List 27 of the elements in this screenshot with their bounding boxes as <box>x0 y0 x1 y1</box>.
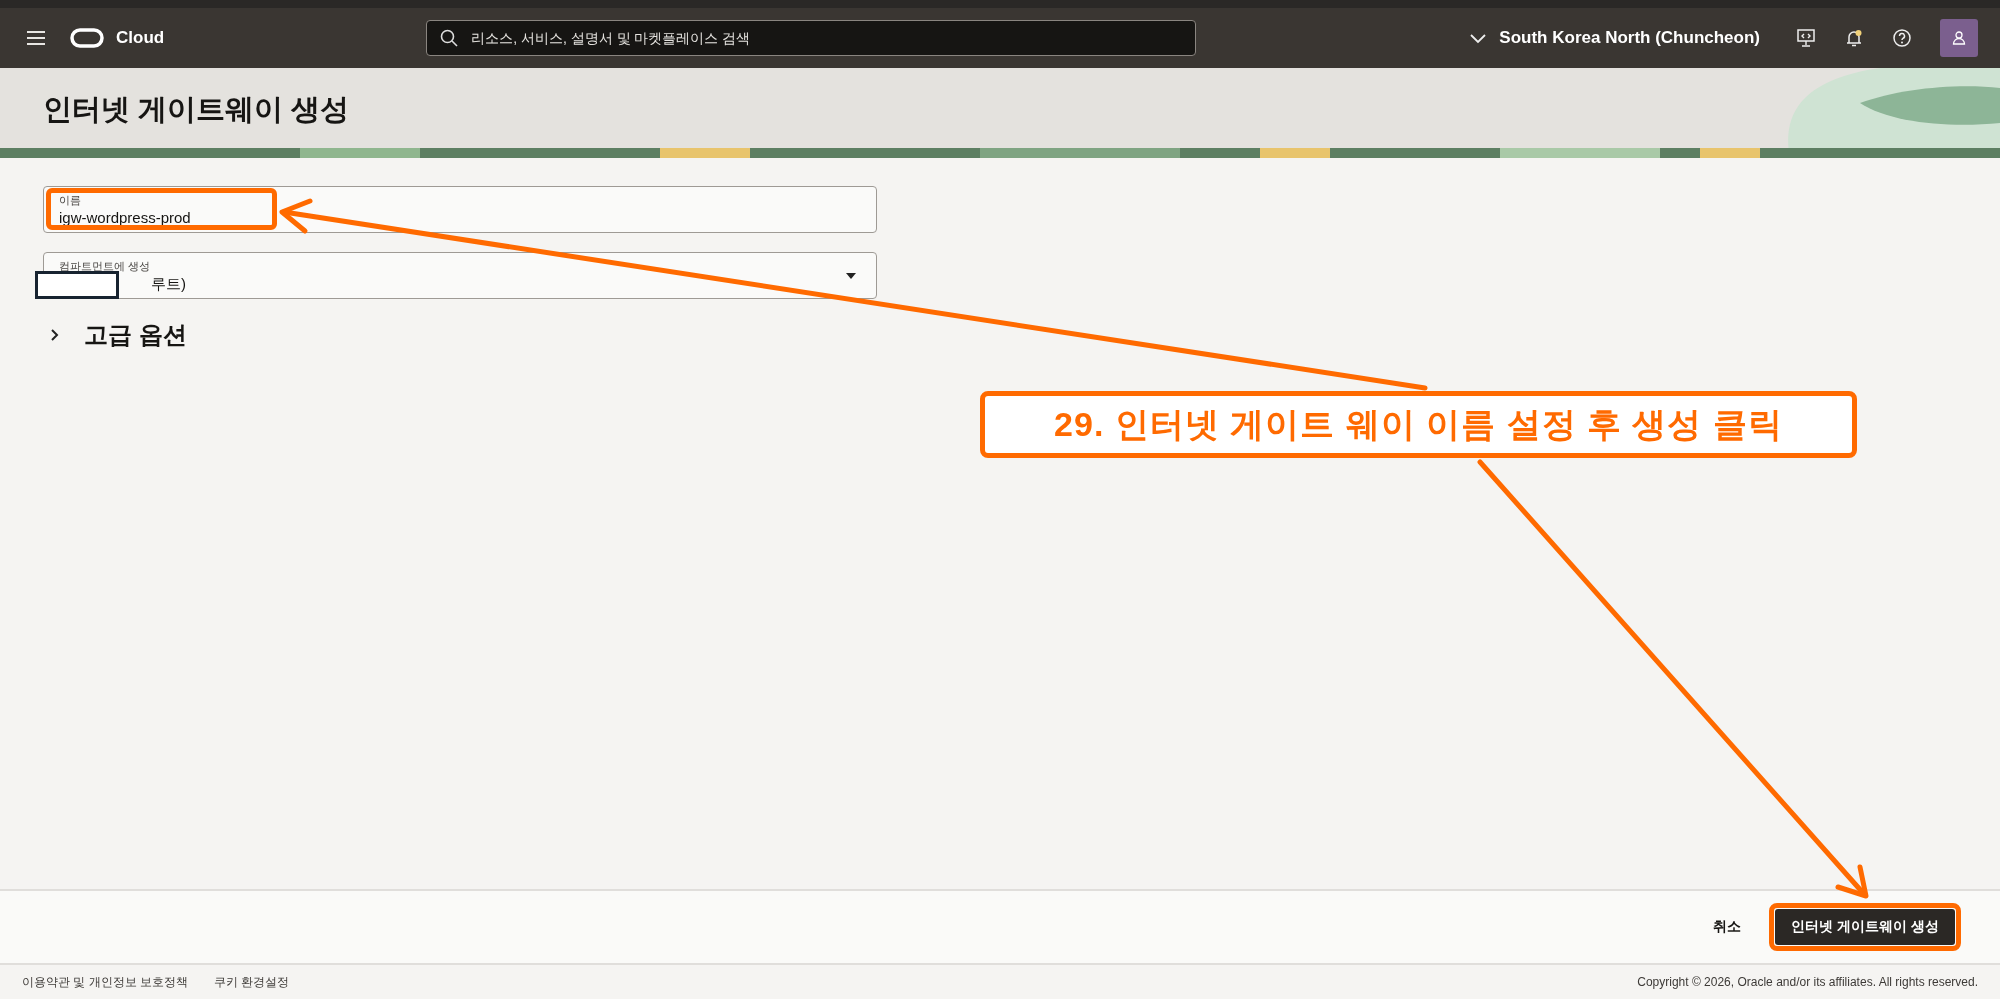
chevron-down-icon <box>1469 32 1488 44</box>
help-icon[interactable] <box>1892 28 1912 48</box>
footer-link[interactable]: 이용약관 및 개인정보 보호정책 <box>22 973 188 991</box>
search-icon <box>440 29 459 47</box>
field-value: igw-wordpress-prod <box>59 209 191 226</box>
page-title: 인터넷 게이트웨이 생성 <box>42 92 350 127</box>
region-selector[interactable]: South Korea North (Chuncheon) <box>1469 28 1760 48</box>
bell-icon[interactable] <box>1844 28 1864 48</box>
compartment-select[interactable]: 컴파트먼트에 생성 루트) <box>43 252 877 299</box>
annotation-callout: 29. 인터넷 게이트 웨이 이름 설정 후 생성 클릭 <box>980 391 1857 458</box>
name-field[interactable]: 이름 igw-wordpress-prod <box>43 186 877 233</box>
caret-icon <box>846 273 856 279</box>
menu-icon[interactable] <box>26 30 46 46</box>
cancel-button[interactable]: 취소 <box>1707 917 1748 937</box>
footer-link[interactable]: 쿠키 환경설정 <box>214 973 290 991</box>
search-field[interactable]: 리소스, 서비스, 설명서 및 마켓플레이스 검색 <box>426 20 1197 56</box>
monitor-icon[interactable] <box>1796 28 1816 48</box>
logo-icon[interactable] <box>70 28 104 48</box>
field-label: 이름 <box>59 193 81 208</box>
field-value: 루트) <box>150 275 186 294</box>
avatar[interactable] <box>1940 19 1978 57</box>
create-button[interactable]: 인터넷 게이트웨이 생성 <box>1775 909 1955 945</box>
advanced-options-toggle[interactable]: 고급 옵션 <box>43 319 187 351</box>
user-icon <box>1951 30 1967 46</box>
brand-name[interactable]: Cloud <box>116 28 165 48</box>
copyright-text: Copyright © 2026, Oracle and/or its affiliates. All rights reserved. <box>1637 975 1978 989</box>
field-label: 컴파트먼트에 생성 <box>59 259 151 274</box>
